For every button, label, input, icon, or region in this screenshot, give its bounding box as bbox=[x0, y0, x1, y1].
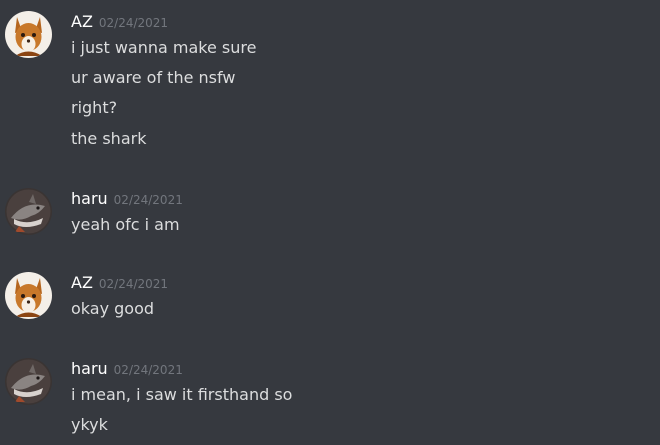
message-timestamp: 02/24/2021 bbox=[98, 16, 169, 30]
message-timestamp: 02/24/2021 bbox=[98, 277, 169, 291]
shark-avatar-icon[interactable] bbox=[5, 358, 52, 405]
message-text: the shark bbox=[71, 129, 147, 148]
fox-avatar-icon[interactable] bbox=[5, 11, 52, 58]
message-timestamp: 02/24/2021 bbox=[113, 363, 183, 377]
message-timestamp: 02/24/2021 bbox=[113, 193, 183, 207]
message-text: i just wanna make sure bbox=[71, 38, 257, 57]
message-header: haru 02/24/2021 bbox=[71, 358, 183, 380]
message-header: AZ 02/24/2021 bbox=[71, 272, 168, 294]
message-text: ur aware of the nsfw bbox=[71, 68, 236, 87]
message-text: i mean, i saw it firsthand so bbox=[71, 385, 293, 404]
shark-avatar-icon[interactable] bbox=[5, 188, 52, 235]
message-header: haru 02/24/2021 bbox=[71, 188, 183, 210]
message-header: AZ 02/24/2021 bbox=[71, 11, 168, 33]
author-name[interactable]: haru bbox=[71, 359, 108, 378]
message-text: yeah ofc i am bbox=[71, 215, 180, 234]
author-name[interactable]: AZ bbox=[71, 273, 93, 292]
message-text: okay good bbox=[71, 299, 155, 318]
chat-log: AZ 02/24/2021 i just wanna make sure ur a… bbox=[0, 0, 660, 445]
fox-avatar-icon[interactable] bbox=[5, 272, 52, 319]
author-name[interactable]: haru bbox=[71, 189, 108, 208]
author-name[interactable]: AZ bbox=[71, 12, 93, 31]
message-text: right? bbox=[71, 98, 118, 117]
message-text: ykyk bbox=[71, 415, 108, 434]
